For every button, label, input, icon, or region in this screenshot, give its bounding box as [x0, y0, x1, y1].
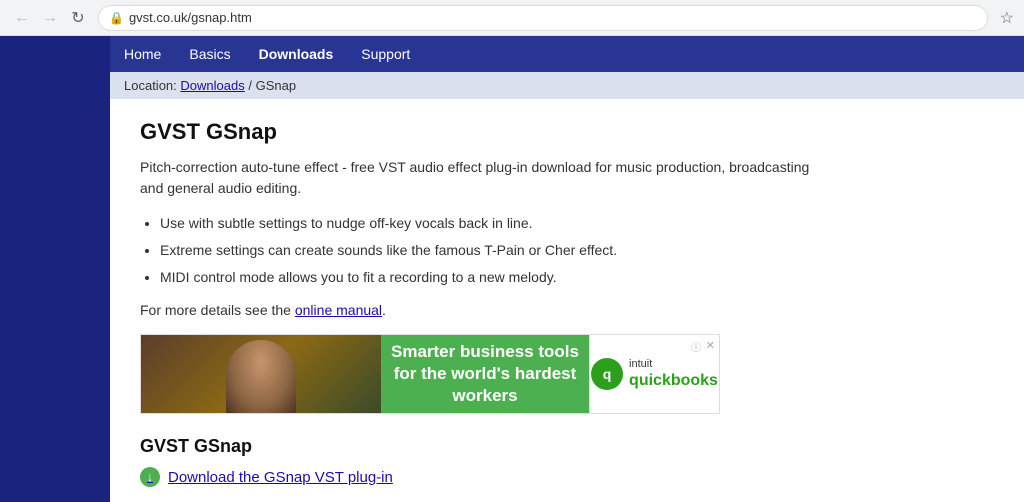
ad-quickbooks-section[interactable]: ⓘ ✕ q intuit quickbooks [589, 335, 719, 413]
page-description: Pitch-correction auto-tune effect - free… [140, 157, 820, 199]
page-title: GVST GSnap [140, 119, 994, 145]
page-wrapper: Home Basics Downloads Support Location: … [0, 36, 1024, 502]
breadcrumb-prefix: Location: [124, 78, 177, 93]
download-icon: ↓ [140, 467, 160, 487]
breadcrumb-current: GSnap [256, 78, 296, 93]
feature-item-1: Use with subtle settings to nudge off-ke… [160, 213, 994, 234]
download-link-text: Download the GSnap VST plug-in [168, 469, 393, 486]
qb-quickbooks-label: quickbooks [629, 372, 718, 390]
quickbooks-logo: q intuit quickbooks [591, 358, 718, 390]
download-section-title: GVST GSnap [140, 436, 994, 457]
address-bar[interactable]: 🔒 gvst.co.uk/gsnap.htm [98, 5, 988, 31]
nav-bar: Home Basics Downloads Support [110, 36, 1024, 72]
content-area: Home Basics Downloads Support Location: … [110, 36, 1024, 502]
nav-downloads[interactable]: Downloads [245, 38, 348, 70]
ad-green-text: Smarter business tools for the world's h… [389, 341, 581, 407]
nav-basics[interactable]: Basics [175, 38, 244, 70]
manual-prefix: For more details see the [140, 302, 291, 318]
feature-item-3: MIDI control mode allows you to fit a re… [160, 267, 994, 288]
qb-letter: q [603, 366, 612, 382]
bookmark-star-icon[interactable]: ☆ [1000, 8, 1014, 28]
qb-brand-text: intuit quickbooks [629, 358, 718, 389]
main-content: GVST GSnap Pitch-correction auto-tune ef… [110, 99, 1024, 502]
sidebar [0, 36, 110, 502]
ad-info-icon[interactable]: ⓘ [691, 339, 701, 354]
breadcrumb-downloads-link[interactable]: Downloads [180, 78, 244, 93]
ad-close-icon[interactable]: ✕ [706, 339, 715, 352]
nav-home[interactable]: Home [110, 38, 175, 70]
breadcrumb-separator: / [248, 78, 255, 93]
nav-support[interactable]: Support [347, 38, 424, 70]
download-section: GVST GSnap ↓ Download the GSnap VST plug… [140, 436, 994, 487]
qb-intuit-label: intuit [629, 358, 718, 371]
qb-circle-icon: q [591, 358, 623, 390]
back-button[interactable]: ← [10, 6, 34, 30]
manual-text: For more details see the online manual. [140, 302, 994, 318]
ad-banner: Smarter business tools for the world's h… [140, 334, 720, 414]
refresh-button[interactable]: ↻ [66, 6, 90, 30]
feature-item-2: Extreme settings can create sounds like … [160, 240, 994, 261]
url-text: gvst.co.uk/gsnap.htm [129, 10, 977, 25]
breadcrumb: Location: Downloads / GSnap [110, 72, 1024, 99]
ad-image [141, 335, 381, 414]
feature-list: Use with subtle settings to nudge off-ke… [160, 213, 994, 288]
nav-buttons: ← → ↻ [10, 6, 90, 30]
ad-green-section[interactable]: Smarter business tools for the world's h… [381, 335, 589, 413]
forward-button[interactable]: → [38, 6, 62, 30]
download-link[interactable]: ↓ Download the GSnap VST plug-in [140, 467, 994, 487]
lock-icon: 🔒 [109, 11, 124, 25]
online-manual-link[interactable]: online manual [295, 302, 382, 318]
ad-person-figure [226, 340, 296, 414]
manual-suffix: . [382, 302, 386, 318]
browser-chrome: ← → ↻ 🔒 gvst.co.uk/gsnap.htm ☆ [0, 0, 1024, 36]
